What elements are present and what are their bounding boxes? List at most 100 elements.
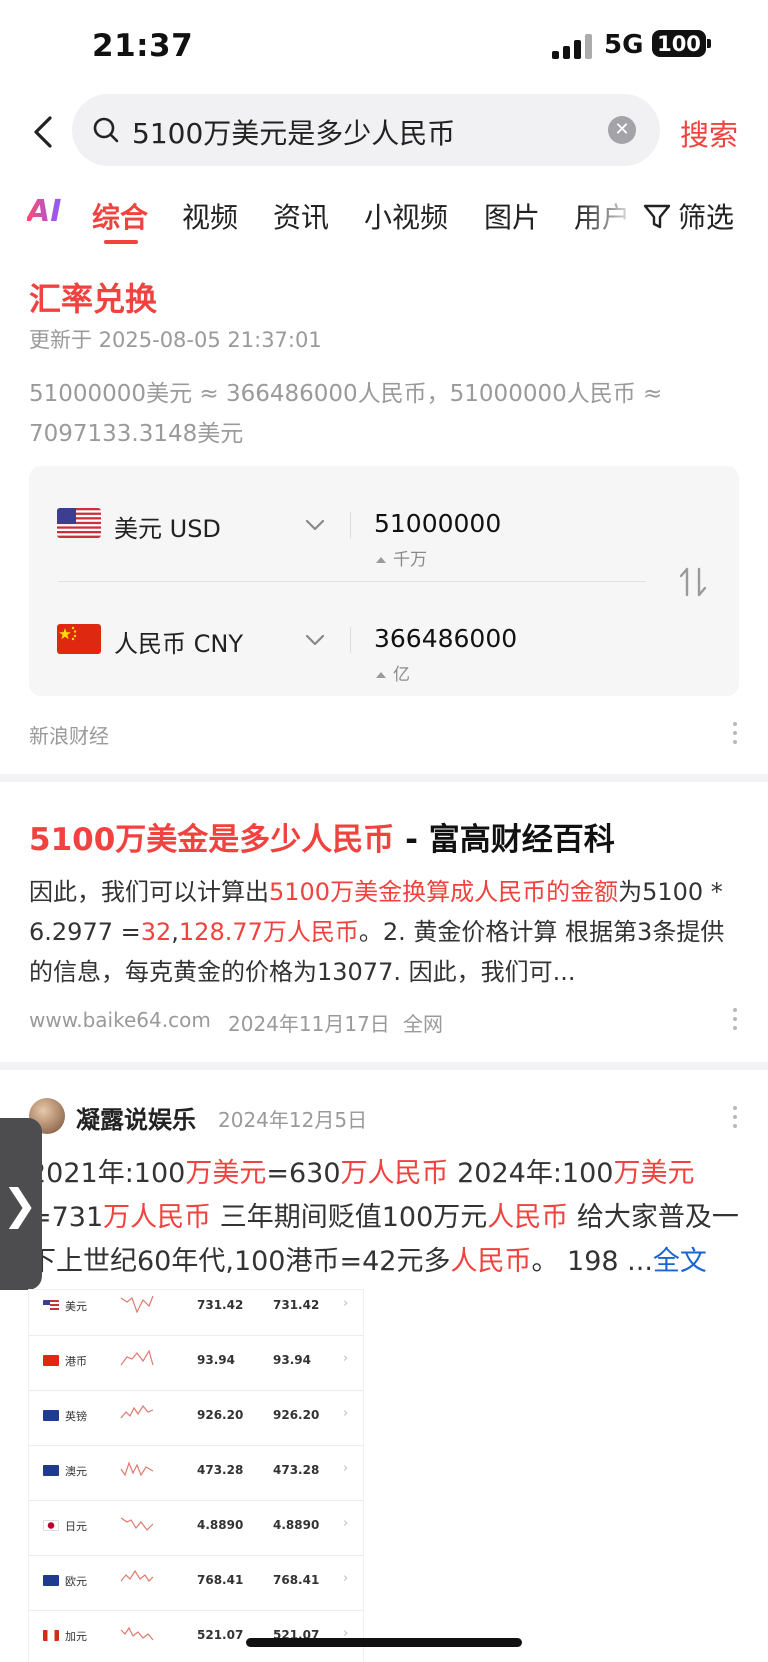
rate-table-row[interactable]: 澳元 473.28 473.28 ›	[29, 1445, 363, 1501]
sparkline-icon	[120, 1461, 154, 1477]
tab-comprehensive[interactable]: 综合	[92, 196, 148, 236]
clear-icon[interactable]: ✕	[608, 116, 636, 144]
chevron-left-icon	[34, 116, 52, 148]
snippet-highlight: 5100万美金换算成人民币的金额	[269, 878, 619, 906]
post-snippet: 2021年:100万美元=630万人民币 2024年:100万美元=731万人民…	[29, 1152, 745, 1284]
rate-table-row[interactable]: 美元 731.42 731.42 ›	[29, 1290, 363, 1336]
tab-ai[interactable]: AI	[27, 194, 61, 229]
search-button[interactable]: 搜索	[680, 112, 738, 154]
result-site[interactable]: www.baike64.com	[29, 1008, 211, 1032]
result-date: 2024年11月17日	[228, 1012, 390, 1036]
chevron-down-icon[interactable]	[304, 629, 326, 651]
rate-table-row[interactable]: 欧元 768.41 768.41 ›	[29, 1555, 363, 1611]
rate-buy-value: 4.8890	[197, 1518, 244, 1532]
section-divider	[0, 774, 768, 782]
chevron-right-icon: ›	[343, 1516, 349, 1531]
rate-buy-value: 768.41	[197, 1573, 244, 1587]
rate-currency-name: 加元	[65, 1630, 87, 1643]
hk-flag-icon	[43, 1355, 59, 1366]
to-amount-input[interactable]: 366486000	[374, 624, 517, 653]
rate-sell-value: 768.41	[273, 1573, 320, 1587]
rate-sell-value: 473.28	[273, 1463, 320, 1477]
jp-flag-icon	[43, 1520, 59, 1531]
result-title-source: - 富高财经百科	[394, 822, 615, 858]
uk-flag-icon	[43, 1410, 59, 1421]
snippet-text: ,	[171, 918, 179, 946]
post-highlight: 万美元	[613, 1158, 695, 1189]
rate-buy-value: 521.07	[197, 1628, 244, 1642]
ca-flag-icon	[43, 1630, 59, 1641]
from-amount-unit: 千万	[376, 545, 427, 570]
eu-flag-icon	[43, 1575, 59, 1586]
from-amount-input[interactable]: 51000000	[374, 509, 501, 538]
sparkline-icon	[120, 1626, 154, 1641]
exchange-updated-time: 更新于 2025-08-05 21:37:01	[29, 328, 322, 352]
search-icon	[92, 116, 120, 144]
network-type: 5G	[604, 30, 644, 60]
rate-buy-value: 926.20	[197, 1408, 244, 1422]
sparkline-icon	[120, 1349, 154, 1366]
battery-icon: 100	[652, 30, 706, 57]
rate-buy-value: 93.94	[197, 1353, 235, 1367]
post-image-rate-table[interactable]: 美元 731.42 731.42 › 港币 93.94 93.94 › 英镑 926.20 926.…	[29, 1290, 363, 1662]
more-options-icon[interactable]	[732, 1106, 738, 1132]
cellular-signal-icon	[552, 33, 594, 59]
rate-table-row[interactable]: 港币 93.94 93.94 ›	[29, 1335, 363, 1391]
au-flag-icon	[43, 1465, 59, 1476]
rate-buy-value: 731.42	[197, 1298, 244, 1312]
rate-sell-value: 4.8890	[273, 1518, 320, 1532]
chevron-right-icon: ›	[343, 1571, 349, 1586]
sparkline-icon	[120, 1295, 154, 1314]
chevron-right-icon: ›	[343, 1461, 349, 1476]
side-expand-tab[interactable]: ❯	[0, 1118, 42, 1290]
rate-sell-value: 93.94	[273, 1353, 311, 1367]
filter-button[interactable]: 筛选	[642, 196, 735, 236]
sparkline-icon	[120, 1569, 154, 1582]
to-amount-unit: 亿	[376, 660, 410, 685]
rate-currency-name: 日元	[65, 1520, 87, 1533]
tab-short-video[interactable]: 小视频	[364, 196, 448, 236]
rate-table-row[interactable]: 加元 521.07 521.07 ›	[29, 1610, 363, 1662]
divider	[350, 627, 351, 653]
from-currency-name[interactable]: 美元 USD	[114, 509, 221, 544]
snippet-text: 因此，我们可以计算出	[29, 878, 269, 906]
post-text: 2024年:100	[448, 1158, 614, 1189]
filter-icon	[643, 204, 671, 229]
back-button[interactable]	[26, 112, 66, 152]
more-options-icon[interactable]	[732, 722, 738, 748]
battery-tip	[707, 39, 711, 48]
tab-fade	[578, 188, 638, 240]
author-name[interactable]: 凝露说娱乐	[76, 1100, 196, 1135]
exchange-summary: 51000000美元 ≈ 366486000人民币，51000000人民币 ≈ …	[29, 381, 663, 447]
full-text-link[interactable]: 全文	[653, 1246, 707, 1277]
post-date: 2024年12月5日	[218, 1108, 368, 1132]
chevron-down-icon[interactable]	[304, 514, 326, 536]
result-title-highlight: 5100万美金是多少人民币	[29, 822, 395, 858]
converter-divider	[58, 581, 646, 582]
rate-sell-value: 926.20	[273, 1408, 320, 1422]
tab-news[interactable]: 资讯	[273, 196, 329, 236]
post-highlight: 万美元	[185, 1158, 267, 1189]
result-scope: 全网	[403, 1012, 443, 1036]
to-currency-name[interactable]: 人民币 CNY	[114, 624, 243, 659]
rate-table-row[interactable]: 日元 4.8890 4.8890 ›	[29, 1500, 363, 1556]
rate-table-row[interactable]: 英镑 926.20 926.20 ›	[29, 1390, 363, 1446]
post-highlight: 人民币	[487, 1202, 569, 1233]
swap-icon[interactable]	[676, 565, 710, 599]
home-indicator[interactable]	[246, 1638, 522, 1647]
rate-currency-name: 澳元	[65, 1465, 87, 1478]
status-time: 21:37	[92, 28, 194, 64]
post-text: 2021年:100	[29, 1158, 186, 1189]
rate-currency-name: 美元	[65, 1300, 87, 1313]
search-input[interactable]: 5100万美元是多少人民币	[132, 112, 455, 152]
rate-buy-value: 473.28	[197, 1463, 244, 1477]
rate-sell-value: 731.42	[273, 1298, 320, 1312]
sparkline-icon	[120, 1404, 154, 1419]
tab-video[interactable]: 视频	[182, 196, 238, 236]
more-options-icon[interactable]	[732, 1008, 738, 1034]
china-flag-icon	[57, 624, 101, 654]
exchange-source: 新浪财经	[29, 724, 109, 748]
tab-images[interactable]: 图片	[484, 196, 540, 236]
result-title-link[interactable]: 5100万美金是多少人民币 - 富高财经百科	[29, 814, 615, 859]
exchange-title: 汇率兑换	[29, 280, 158, 318]
